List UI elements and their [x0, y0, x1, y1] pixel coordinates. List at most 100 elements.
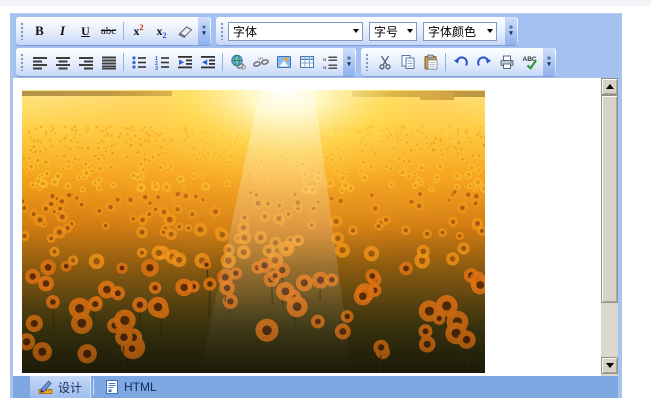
table-icon [299, 54, 315, 70]
hr-letter: a [323, 65, 327, 70]
font-family-combo[interactable]: 字体 [228, 22, 363, 41]
align-center-button[interactable] [51, 51, 74, 73]
scroll-thumb[interactable] [601, 95, 618, 303]
tab-html-label: HTML [124, 380, 157, 394]
paste-button[interactable] [419, 51, 442, 73]
arrow-down-icon [606, 363, 614, 368]
combo-arrow-icon [350, 29, 362, 33]
rich-text-editor: B I U abc x2 x2 [10, 13, 622, 398]
bold-button[interactable]: B [28, 20, 51, 42]
indent-increase-icon [177, 54, 193, 70]
align-right-button[interactable] [74, 51, 97, 73]
page: { "toolbar": { "format": { "bold": "B", … [0, 0, 651, 416]
chevron-down-icon: ▾ [547, 62, 551, 68]
toolbar-drag-handle[interactable] [365, 53, 370, 71]
subscript-mark: 2 [163, 31, 167, 40]
remove-format-button[interactable] [173, 20, 196, 42]
superscript-mark: 2 [140, 23, 144, 32]
vertical-scrollbar[interactable] [601, 78, 618, 376]
hyperlink-globe-icon [230, 54, 246, 70]
design-pencil-ruler-icon [38, 379, 54, 395]
indent-decrease-icon [200, 54, 216, 70]
bullet-list-icon [131, 54, 147, 70]
combo-arrow-icon [484, 29, 496, 33]
numbered-list-digit: 3 [155, 66, 158, 70]
font-size-combo[interactable]: 字号 [369, 22, 417, 41]
printer-icon [499, 54, 515, 70]
scroll-up-button[interactable] [601, 78, 618, 95]
insert-link-button[interactable] [226, 51, 249, 73]
align-left-button[interactable] [28, 51, 51, 73]
view-tab-bar: 设计 HTML [13, 376, 618, 398]
tab-html[interactable]: HTML [96, 376, 165, 398]
align-left-icon [32, 54, 48, 70]
tab-design-label: 设计 [58, 379, 82, 396]
outdent-button[interactable] [196, 51, 219, 73]
sunflower-image[interactable] [22, 90, 485, 373]
tab-design[interactable]: 设计 [30, 376, 91, 398]
redo-button[interactable] [472, 51, 495, 73]
align-center-icon [55, 54, 71, 70]
toolbar-drag-handle[interactable] [20, 53, 25, 71]
font-color-value: 字体颜色 [424, 23, 484, 40]
remove-link-button[interactable] [249, 51, 272, 73]
insert-image-button[interactable] [272, 51, 295, 73]
font-group: 字体 字号 字体颜色 »▾ [216, 17, 518, 45]
scroll-down-button[interactable] [601, 357, 618, 374]
spellcheck-button[interactable]: ABC [518, 51, 541, 73]
align-right-icon [78, 54, 94, 70]
cut-button[interactable] [373, 51, 396, 73]
horizontal-rule-button[interactable]: a a [318, 51, 341, 73]
undo-arrow-icon [453, 54, 469, 70]
toolbar-options-button[interactable]: »▾ [198, 17, 210, 45]
format-group: B I U abc x2 x2 [16, 17, 211, 45]
toolbar-separator [445, 53, 446, 71]
arrow-up-icon [606, 84, 614, 89]
editor-canvas[interactable] [13, 78, 601, 376]
toolbar-drag-handle[interactable] [20, 22, 25, 40]
toolbar-drag-handle[interactable] [220, 22, 225, 40]
chevron-down-icon: ▾ [509, 31, 513, 37]
font-family-value: 字体 [229, 23, 350, 40]
paste-clipboard-icon [423, 54, 439, 70]
superscript-button[interactable]: x2 [127, 20, 150, 42]
toolbar-options-button[interactable]: »▾ [543, 48, 555, 76]
underline-icon: U [81, 24, 90, 39]
numbered-list-icon: 1 2 3 [154, 54, 170, 70]
toolbar-row-1: B I U abc x2 x2 [16, 17, 618, 45]
align-justify-icon [101, 54, 117, 70]
bold-icon: B [35, 23, 44, 39]
print-button[interactable] [495, 51, 518, 73]
strikethrough-icon: abc [101, 25, 116, 37]
toolbar-options-button[interactable]: »▾ [505, 17, 517, 45]
indent-button[interactable] [173, 51, 196, 73]
image-icon [276, 54, 292, 70]
numbered-list-button[interactable]: 1 2 3 [150, 51, 173, 73]
toolbar-row-2: 1 2 3 [16, 48, 618, 76]
align-justify-button[interactable] [97, 51, 120, 73]
clipboard-group: ABC »▾ [361, 48, 556, 76]
horizontal-rule-icon: a a [322, 54, 338, 70]
editor-content-row [13, 78, 618, 376]
spellcheck-abc-icon: ABC [522, 54, 538, 70]
redo-arrow-icon [476, 54, 492, 70]
italic-icon: I [60, 23, 65, 39]
underline-button[interactable]: U [74, 20, 97, 42]
chevron-down-icon: ▾ [202, 31, 206, 37]
toolbar-options-button[interactable]: »▾ [343, 48, 355, 76]
toolbar-separator [123, 22, 124, 40]
font-size-value: 字号 [370, 23, 404, 40]
broken-chain-icon [253, 54, 269, 70]
combo-arrow-icon [404, 29, 416, 33]
editor-toolbar: B I U abc x2 x2 [13, 14, 618, 78]
italic-button[interactable]: I [51, 20, 74, 42]
subscript-button[interactable]: x2 [150, 20, 173, 42]
insert-table-button[interactable] [295, 51, 318, 73]
font-color-combo[interactable]: 字体颜色 [423, 22, 497, 41]
undo-button[interactable] [449, 51, 472, 73]
window-top-strip [0, 0, 651, 6]
bullet-list-button[interactable] [127, 51, 150, 73]
scissors-icon [377, 54, 393, 70]
copy-button[interactable] [396, 51, 419, 73]
strikethrough-button[interactable]: abc [97, 20, 120, 42]
